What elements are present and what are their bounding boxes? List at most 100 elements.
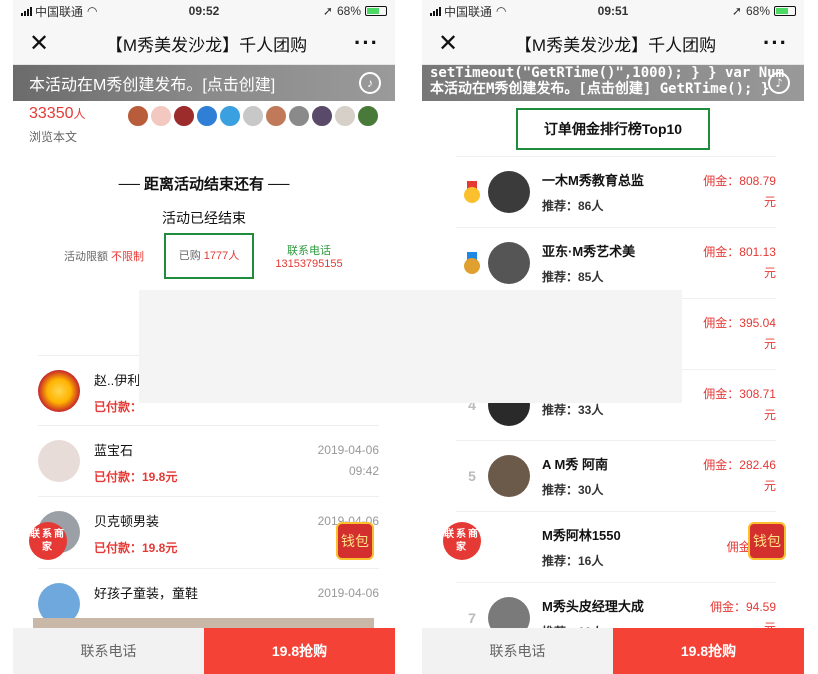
page-title: 【M秀美发沙龙】千人团购 xyxy=(514,35,717,55)
wallet-button[interactable]: 钱包 xyxy=(748,522,786,560)
rank-unit: 元 xyxy=(763,479,776,493)
status-bar: 中国联通 ◠ 09:52 ➚ 68% xyxy=(13,0,395,22)
code-line: 本活动在M秀创建发布。[点击创建] GetRTime(); } xyxy=(430,81,770,97)
avatar xyxy=(173,105,195,127)
phone-stat[interactable]: 联系电话 13153795155 xyxy=(254,242,364,270)
rank-name: M秀阿林1550 xyxy=(542,528,621,543)
music-icon[interactable]: ♪ xyxy=(768,72,790,94)
clock: 09:52 xyxy=(188,4,220,18)
rank-name: M秀头皮经理大成 xyxy=(542,599,644,614)
avatar xyxy=(488,455,530,497)
buyer-date: 2019-04-06 xyxy=(317,586,379,600)
contact-merchant-button[interactable]: 联系商家 xyxy=(29,522,67,560)
rank-title: 订单佣金排行榜Top10 xyxy=(516,108,710,150)
avatar xyxy=(38,370,80,412)
battery-icon xyxy=(365,6,387,16)
avatar xyxy=(334,105,356,127)
list-item: 蓝宝石已付款：19.8元 2019-04-06 09:42 xyxy=(38,440,379,485)
viewer-avatars xyxy=(126,105,379,149)
create-banner[interactable]: 本活动在M秀创建发布。[点击创建] ♪ xyxy=(13,65,395,101)
buyer-time: 09:42 xyxy=(348,464,379,478)
views-count: 33350 xyxy=(29,105,74,122)
close-icon[interactable]: ✕ xyxy=(438,29,468,58)
more-icon[interactable]: ··· xyxy=(354,30,379,56)
rank-name: 一木M秀教育总监 xyxy=(542,173,644,188)
views-unit: 人 xyxy=(73,107,86,121)
buyer-paid: 已付款：19.8元 xyxy=(94,470,178,484)
nav-bar: ✕ 【M秀美发沙龙】千人团购 ··· xyxy=(422,22,804,65)
rank-row: M秀阿林1550推荐：16人 佣金：14 xyxy=(456,511,776,582)
product-image xyxy=(33,618,374,628)
buy-button[interactable]: 19.8抢购 xyxy=(613,628,804,674)
activity-stats: 活动限额 不限制 已购 1777人 联系电话 13153795155 xyxy=(13,232,395,280)
buyer-paid: 已付款：19.8元 xyxy=(94,541,178,555)
bought-stat: 已购 1777人 xyxy=(164,233,254,279)
wallet-button[interactable]: 钱包 xyxy=(336,522,374,560)
limit-stat: 活动限额 不限制 xyxy=(63,251,145,263)
battery-icon xyxy=(774,6,796,16)
rank-commission: 佣金：395.04 xyxy=(703,316,776,330)
call-button[interactable]: 联系电话 xyxy=(422,628,613,674)
rank-name: A M秀 阿南 xyxy=(542,457,608,472)
bottom-bar: 联系电话 19.8抢购 xyxy=(422,628,804,674)
list-item: 贝克顿男装 已付款：19.8元 2019-04-06 xyxy=(38,511,379,556)
avatar xyxy=(288,105,310,127)
countdown-title: ── 距离活动结束还有 ── xyxy=(118,176,290,193)
rank-unit: 元 xyxy=(763,408,776,422)
silver-medal-icon xyxy=(464,252,480,274)
page-title: 【M秀美发沙龙】千人团购 xyxy=(105,35,308,55)
avatar xyxy=(242,105,264,127)
call-button[interactable]: 联系电话 xyxy=(13,628,204,674)
rank-name: 亚东·M秀艺术美 xyxy=(542,244,636,259)
rank-recommend: 推荐：33人 xyxy=(542,402,604,417)
code-banner[interactable]: setTimeout("GetRTime()",1000); } } var N… xyxy=(422,65,804,101)
rank-row: 5 A M秀 阿南 推荐：30人 佣金：282.46 元 xyxy=(456,440,776,511)
gold-medal-icon xyxy=(464,181,480,203)
clock: 09:51 xyxy=(597,4,629,18)
bottom-bar: 联系电话 19.8抢购 xyxy=(13,628,395,674)
rank-recommend: 推荐：86人 xyxy=(542,199,604,213)
buy-button[interactable]: 19.8抢购 xyxy=(204,628,395,674)
rank-number: 5 xyxy=(468,468,476,484)
rank-recommend: 推荐：30人 xyxy=(542,483,604,497)
music-icon[interactable]: ♪ xyxy=(359,72,381,94)
code-line: setTimeout("GetRTime()",1000); } } var N… xyxy=(430,65,785,81)
avatar xyxy=(488,526,530,568)
rank-recommend: 推荐：85人 xyxy=(542,270,604,284)
buyer-name: 贝克顿男装 xyxy=(94,514,160,529)
rank-unit: 元 xyxy=(763,195,776,209)
avatar xyxy=(265,105,287,127)
nav-bar: ✕ 【M秀美发沙龙】千人团购 ··· xyxy=(13,22,395,65)
buyer-date: 2019-04-06 xyxy=(317,443,379,457)
ended-text: 活动已经结束 xyxy=(162,210,246,226)
rank-unit: 元 xyxy=(763,337,776,351)
avatar xyxy=(488,242,530,284)
banner-text: 本活动在M秀创建发布。[点击创建] xyxy=(29,77,276,94)
divider xyxy=(38,425,379,426)
views-label: 浏览本文 xyxy=(29,130,78,144)
views-section: 33350人 浏览本文 xyxy=(13,101,395,149)
more-icon[interactable]: ··· xyxy=(763,30,788,56)
avatar xyxy=(38,440,80,482)
rank-commission: 佣金：282.46 xyxy=(703,458,776,472)
rank-commission: 佣金：801.13 xyxy=(703,245,776,259)
avatar xyxy=(196,105,218,127)
close-icon[interactable]: ✕ xyxy=(29,29,59,58)
contact-merchant-button[interactable]: 联系商家 xyxy=(443,522,481,560)
divider xyxy=(38,496,379,497)
rank-unit: 元 xyxy=(763,266,776,280)
avatar xyxy=(219,105,241,127)
rank-recommend: 推荐：16人 xyxy=(542,554,604,568)
rank-commission: 佣金：94.59 xyxy=(709,600,776,614)
rank-commission: 佣金：308.71 xyxy=(703,387,776,401)
avatar xyxy=(150,105,172,127)
avatar xyxy=(127,105,149,127)
avatar xyxy=(311,105,333,127)
buyer-name: 蓝宝石 xyxy=(94,443,134,458)
divider xyxy=(38,568,379,569)
avatar xyxy=(357,105,379,127)
overlay-panel xyxy=(139,290,682,403)
status-bar: 中国联通 ◠ 09:51 ➚ 68% xyxy=(422,0,804,22)
rank-number: 7 xyxy=(468,610,476,626)
rank-row: 一木M秀教育总监 推荐：86人 佣金：808.79 元 xyxy=(456,156,776,227)
